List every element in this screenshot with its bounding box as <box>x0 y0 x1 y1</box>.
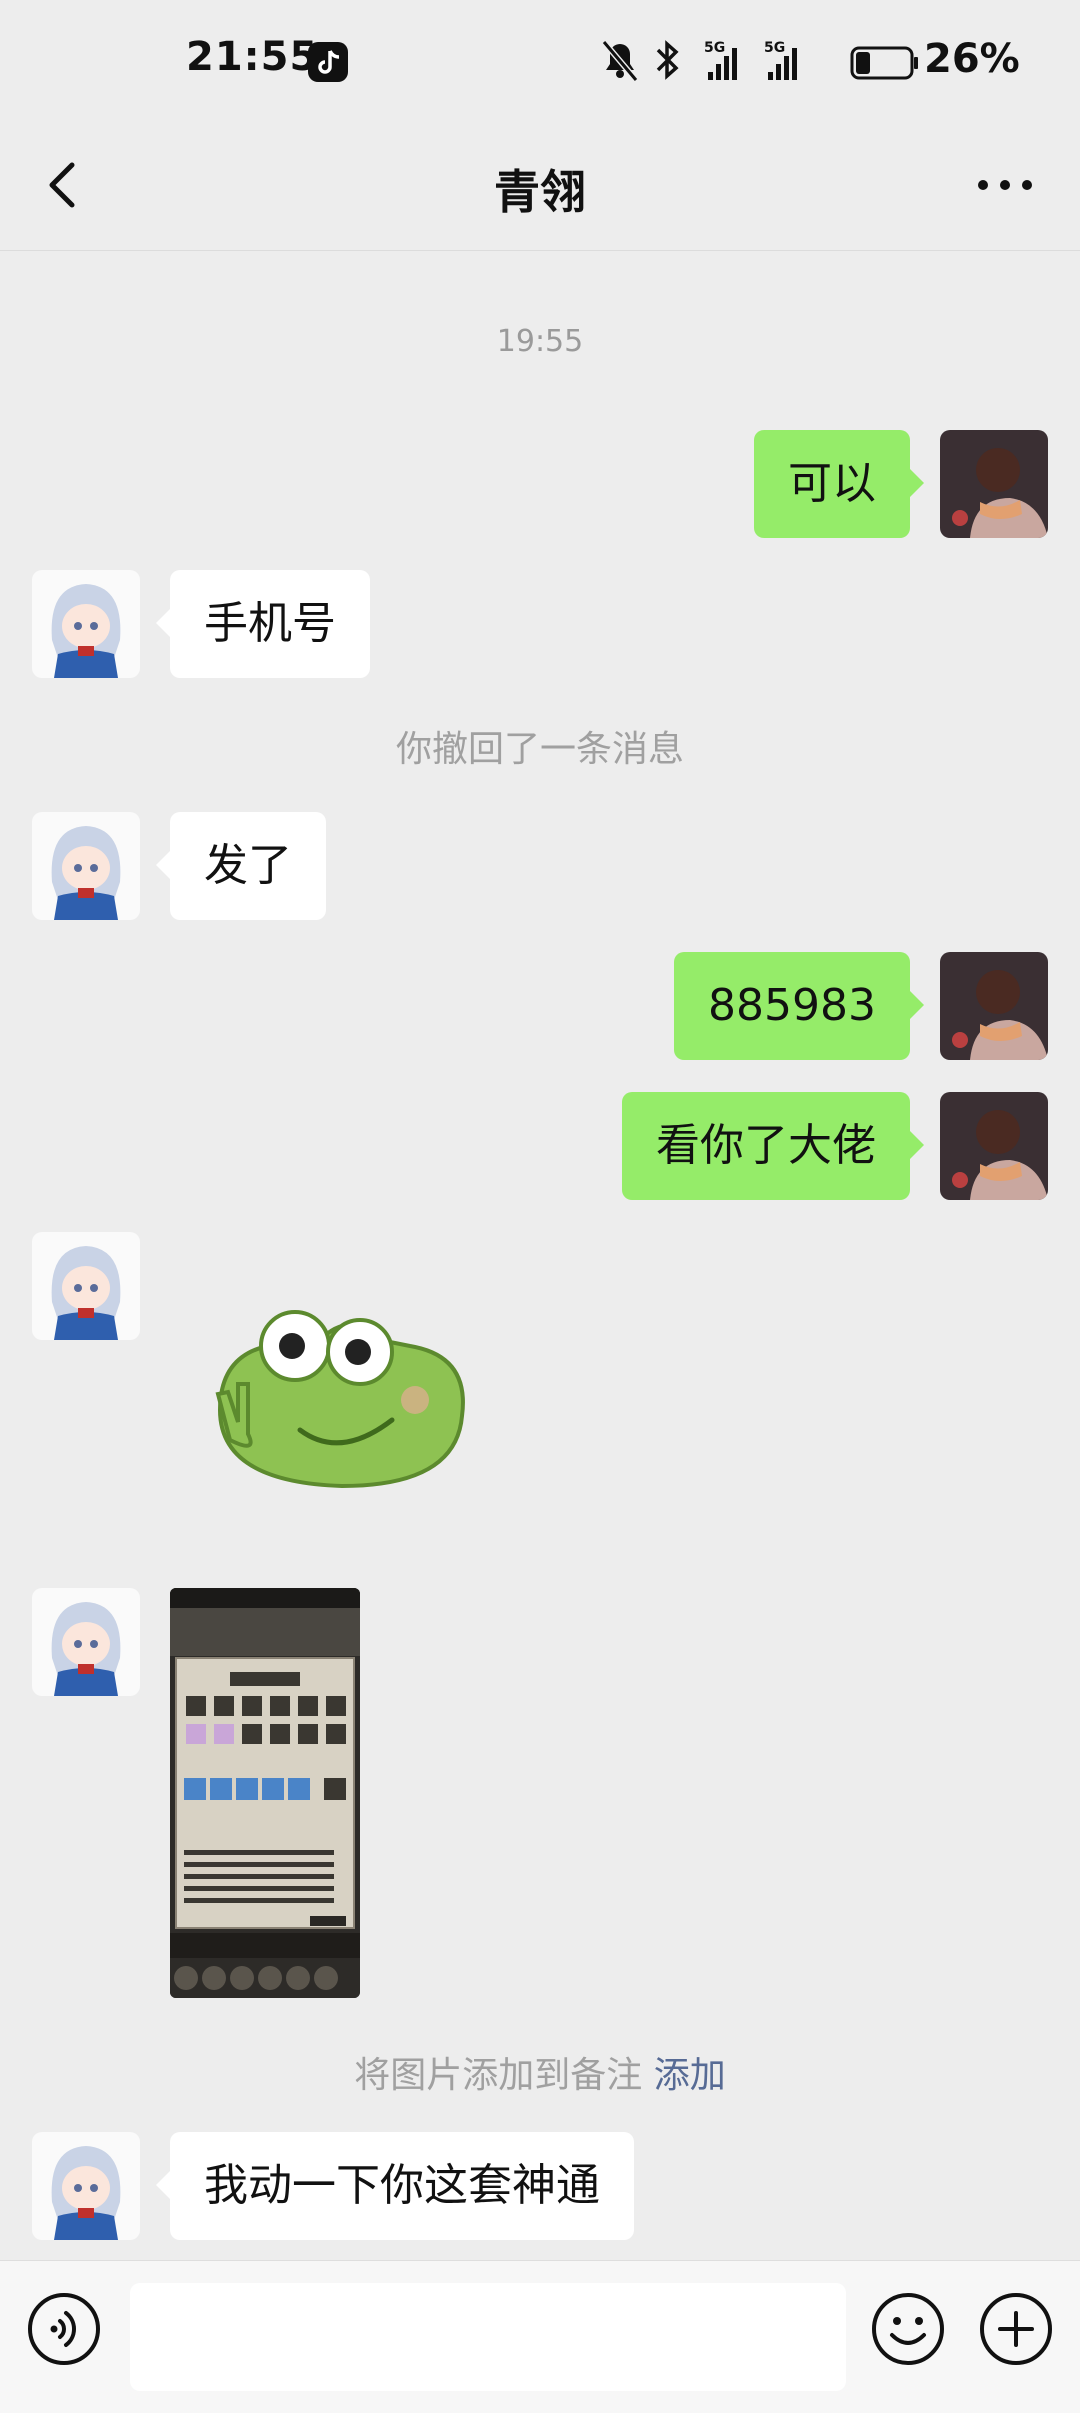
more-button[interactable] <box>970 160 1040 210</box>
emoji-button[interactable] <box>870 2291 946 2367</box>
message-bubble-incoming[interactable]: 发了 <box>156 812 326 920</box>
message-bubble-outgoing[interactable]: 885983 <box>674 952 924 1060</box>
message-bubble-outgoing[interactable]: 看你了大佬 <box>622 1092 924 1200</box>
signal-icon-1: 5G <box>704 40 737 80</box>
system-message: 你撤回了一条消息 <box>395 729 684 770</box>
message-bubble-outgoing[interactable]: 可以 <box>754 430 924 538</box>
voice-icon <box>28 2293 100 2365</box>
bluetooth-icon <box>656 40 679 80</box>
tiktok-icon <box>308 42 348 82</box>
contact-avatar[interactable] <box>32 570 140 678</box>
network-label-1: 5G <box>704 40 725 56</box>
battery-percent: 26% <box>924 36 1020 82</box>
contact-avatar[interactable] <box>32 1588 140 1696</box>
signal-icon-2: 5G <box>764 40 797 80</box>
remark-suggestion: 将图片添加到备注 添加 <box>0 2046 1080 2098</box>
status-icons: 5G 5G <box>601 40 918 82</box>
ellipsis-icon <box>978 180 1032 190</box>
battery-icon <box>850 46 918 80</box>
emoji-icon <box>872 2293 944 2365</box>
message-input[interactable] <box>130 2283 846 2391</box>
message-bubble-incoming[interactable]: 手机号 <box>156 570 370 678</box>
contact-avatar[interactable] <box>32 812 140 920</box>
message-timestamp: 19:55 <box>496 324 584 359</box>
remark-suggestion-text: 将图片添加到备注 <box>354 2055 643 2096</box>
my-avatar[interactable] <box>940 1092 1048 1200</box>
more-functions-button[interactable] <box>978 2291 1054 2367</box>
mute-icon <box>601 40 639 82</box>
contact-avatar[interactable] <box>32 1232 140 1340</box>
input-bar <box>0 2260 1080 2413</box>
contact-avatar[interactable] <box>32 2132 140 2240</box>
plus-icon <box>980 2293 1052 2365</box>
my-avatar[interactable] <box>940 430 1048 538</box>
my-avatar[interactable] <box>940 952 1048 1060</box>
chat-header: 青翎 <box>0 120 1080 251</box>
chat-title: 青翎 <box>494 165 586 219</box>
status-bar: 21:55 5G 5G 26% <box>0 0 1080 120</box>
game-screenshot-image[interactable] <box>170 1588 360 1998</box>
message-bubble-incoming[interactable]: 我动一下你这套神通 <box>156 2132 634 2240</box>
add-remark-link[interactable]: 添加 <box>654 2055 726 2096</box>
frog-sticker[interactable] <box>200 1290 470 1490</box>
voice-button[interactable] <box>26 2291 102 2367</box>
network-label-2: 5G <box>764 40 785 56</box>
status-time: 21:55 <box>186 34 319 80</box>
